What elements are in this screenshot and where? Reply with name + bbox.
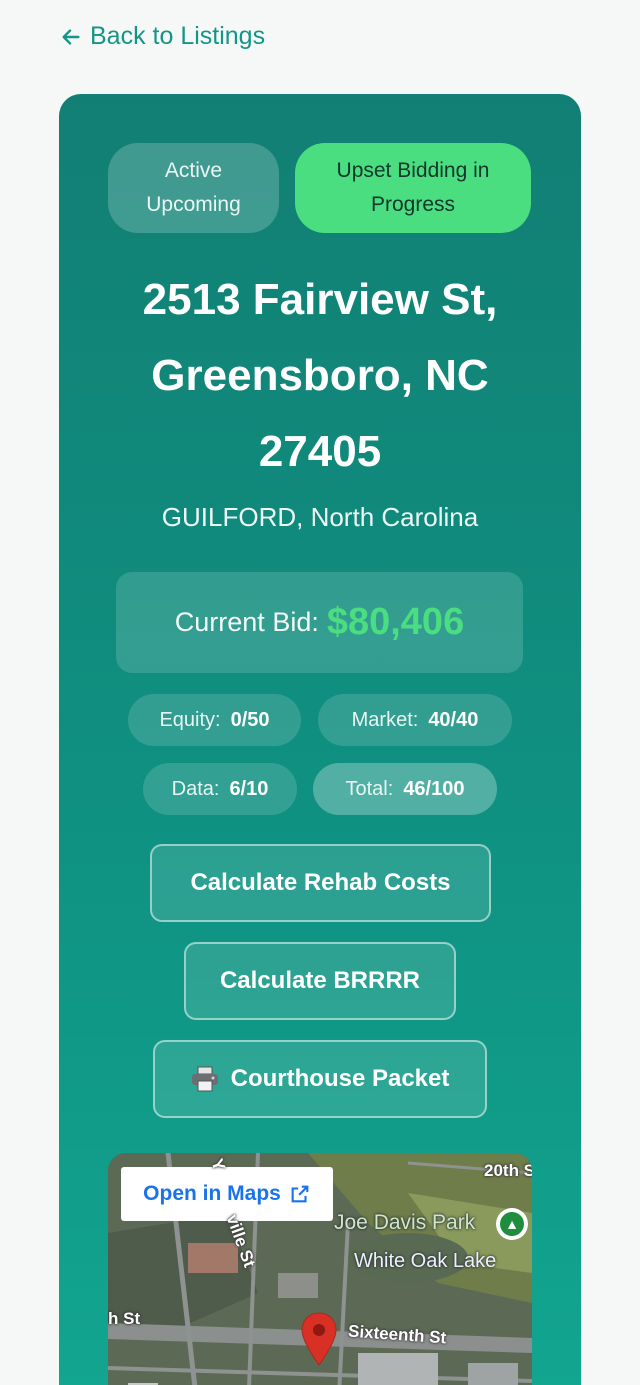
map-label-20th: 20th S: [484, 1161, 532, 1180]
location-pin-icon: [301, 1312, 337, 1366]
printer-icon: [191, 1066, 218, 1092]
arrow-left-icon: [62, 28, 80, 45]
calculate-brrrr-button[interactable]: Calculate BRRRR: [184, 942, 456, 1020]
property-address: 2513 Fairview St, Greensboro, NC 27405: [142, 275, 498, 476]
county-state: GUILFORD, North Carolina: [161, 502, 479, 532]
current-bid-value: $80,406: [326, 601, 465, 643]
data-score-pill: Data: 6/10: [143, 763, 297, 815]
back-to-listings-link[interactable]: Back to Listings: [60, 22, 265, 51]
upset-bidding-badge: Upset Bidding in Progress: [295, 143, 531, 233]
status-badge: Active Upcoming: [108, 143, 279, 233]
map-label-h-st: h St: [108, 1309, 141, 1328]
equity-score-pill: Equity: 0/50: [128, 694, 301, 746]
back-link-label: Back to Listings: [90, 22, 266, 50]
property-map[interactable]: Open in Maps 20th S Joe Davis Park ▲ Whi…: [108, 1153, 532, 1385]
total-score-pill: Total: 46/100: [313, 763, 497, 815]
market-score-pill: Market: 40/40: [318, 694, 512, 746]
open-in-maps-button[interactable]: Open in Maps: [121, 1167, 333, 1221]
current-bid-box: Current Bid: $80,406: [116, 572, 523, 673]
map-label-park: Joe Davis Park: [334, 1211, 476, 1234]
calculate-rehab-costs-button[interactable]: Calculate Rehab Costs: [150, 844, 491, 922]
property-card: Active Upcoming Upset Bidding in Progres…: [59, 94, 581, 1385]
tree-icon: ▲: [496, 1208, 528, 1240]
current-bid-label: Current Bid:: [174, 607, 319, 637]
map-label-lake: White Oak Lake: [354, 1250, 497, 1272]
courthouse-packet-button[interactable]: Courthouse Packet: [153, 1040, 487, 1118]
external-link-icon: [291, 1185, 309, 1203]
